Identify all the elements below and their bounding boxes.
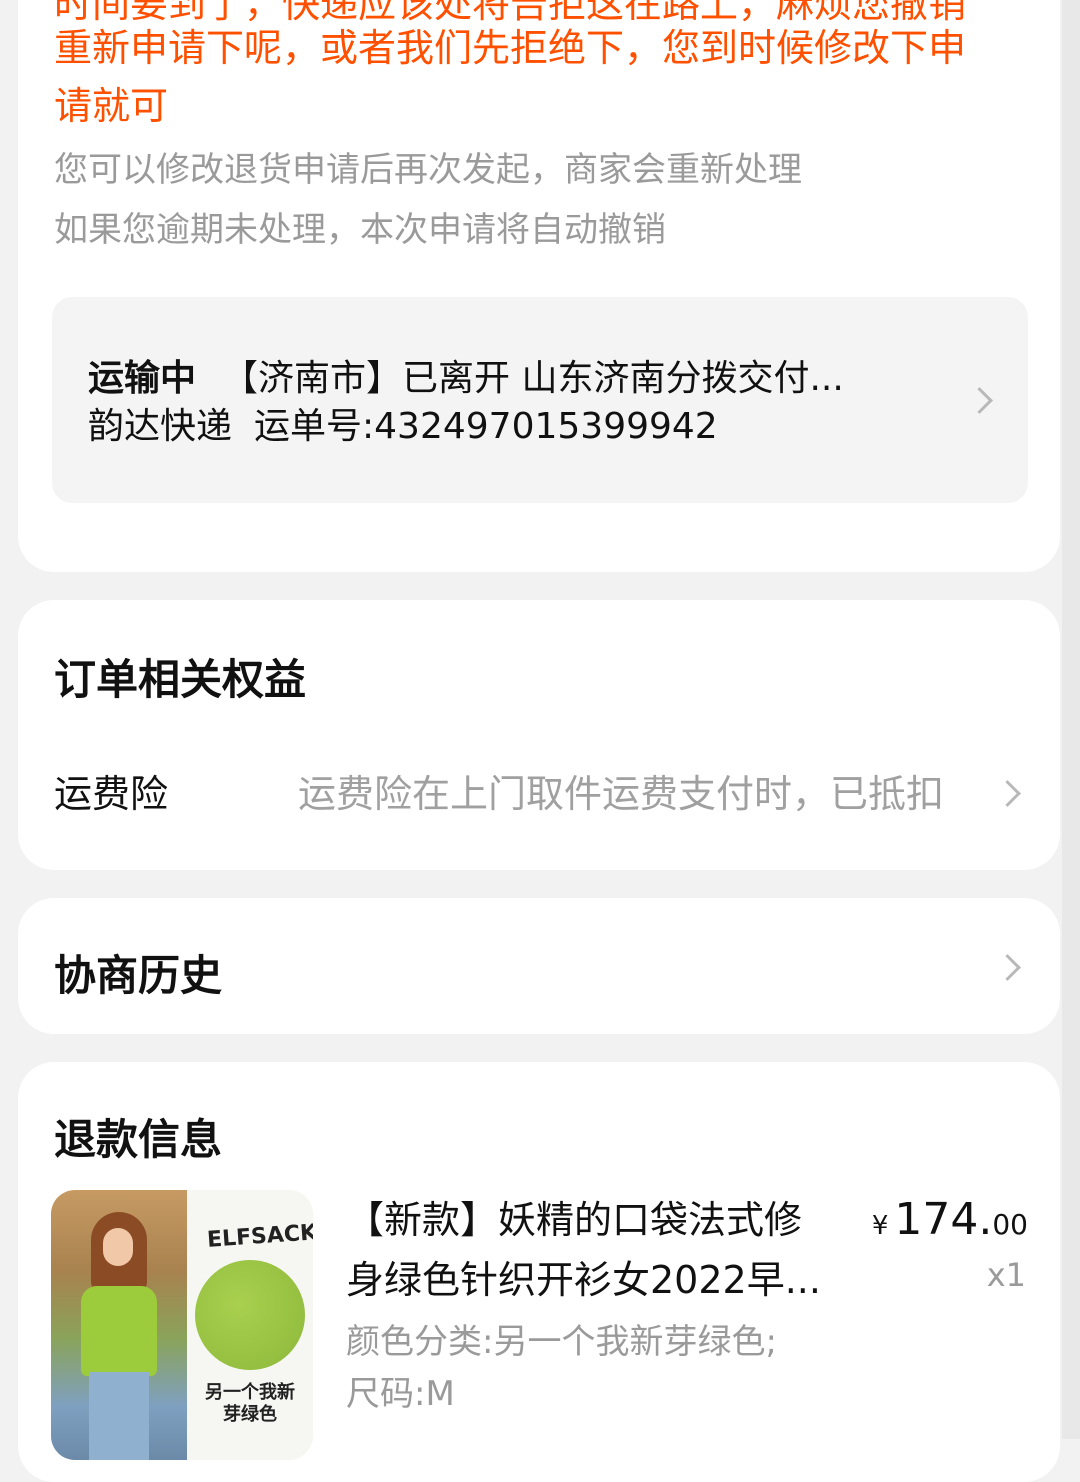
swatch-caption: 另一个我新芽绿色 (205, 1382, 295, 1425)
model-photo (51, 1190, 187, 1460)
sku-color: 颜色分类:另一个我新芽绿色; (346, 1322, 777, 1362)
refund-info-card: 退款信息 ELFSACK 另一个我新芽绿色 【新款】妖精的口袋法式修 身绿色针织… (18, 1062, 1060, 1482)
price-currency: ¥ (871, 1211, 889, 1241)
negotiation-history-card[interactable]: 协商历史 (18, 898, 1060, 1034)
hint-line: 如果您逾期未处理，本次申请将自动撤销 (54, 210, 666, 250)
model-jeans-shape (89, 1372, 149, 1460)
logistics-carrier: 韵达快递 (88, 406, 233, 447)
seller-notice-line: 重新申请下呢，或者我们先拒绝下，您到时候修改下申 (54, 26, 967, 70)
price-decimal: 00 (992, 1208, 1028, 1241)
logistics-tracking-entry[interactable]: 运输中 【济南市】已离开 山东济南分拨交付... 韵达快递 运单号:43249701… (52, 297, 1028, 503)
chevron-right-icon (966, 387, 993, 414)
model-cardigan-shape (81, 1286, 157, 1376)
logistics-carrier-row: 韵达快递 运单号:432497015399942 (88, 403, 718, 451)
benefits-title: 订单相关权益 (54, 655, 307, 704)
product-quantity: x1 (986, 1256, 1026, 1294)
color-swatch-panel: ELFSACK 另一个我新芽绿色 (187, 1190, 313, 1460)
tracking-number: 运单号:432497015399942 (254, 406, 718, 447)
shipping-insurance-label: 运费险 (54, 772, 169, 816)
chevron-right-icon (994, 954, 1021, 981)
model-face-shape (103, 1228, 133, 1266)
fabric-swatch (195, 1260, 305, 1370)
product-sku: 颜色分类:另一个我新芽绿色; 尺码:M (346, 1316, 866, 1420)
scrollbar[interactable] (1062, 0, 1080, 1439)
negotiation-history-title: 协商历史 (54, 951, 223, 1000)
shipping-insurance-value: 运费险在上门取件运费支付时，已抵扣 (298, 772, 945, 816)
sku-size: 尺码:M (346, 1374, 455, 1414)
logistics-latest-row: 运输中 【济南市】已离开 山东济南分拨交付... (88, 355, 918, 403)
logistics-latest-event: 【济南市】已离开 山东济南分拨交付... (222, 358, 844, 399)
chevron-right-icon (994, 780, 1021, 807)
hint-line: 您可以修改退货申请后再次发起，商家会重新处理 (54, 150, 802, 190)
product-price: ¥174.00 (872, 1194, 1028, 1245)
seller-notice-line: 请就可 (54, 84, 169, 128)
price-integer: 174. (894, 1194, 993, 1245)
refund-status-card: 时间要到了，快递应该处将告拒这在路上，麻烦您撤销 重新申请下呢，或者我们先拒绝下… (18, 0, 1060, 572)
logistics-status: 运输中 (88, 358, 197, 399)
product-title-line: 身绿色针织开衫女2022早... (346, 1258, 821, 1302)
refund-info-title: 退款信息 (54, 1115, 223, 1164)
brand-logo: ELFSACK (206, 1220, 313, 1253)
product-title[interactable]: 【新款】妖精的口袋法式修 身绿色针织开衫女2022早... (346, 1190, 836, 1310)
product-thumbnail[interactable]: ELFSACK 另一个我新芽绿色 (51, 1190, 313, 1460)
product-title-line: 【新款】妖精的口袋法式修 (346, 1198, 803, 1242)
order-benefits-card: 订单相关权益 运费险 运费险在上门取件运费支付时，已抵扣 (18, 600, 1060, 870)
